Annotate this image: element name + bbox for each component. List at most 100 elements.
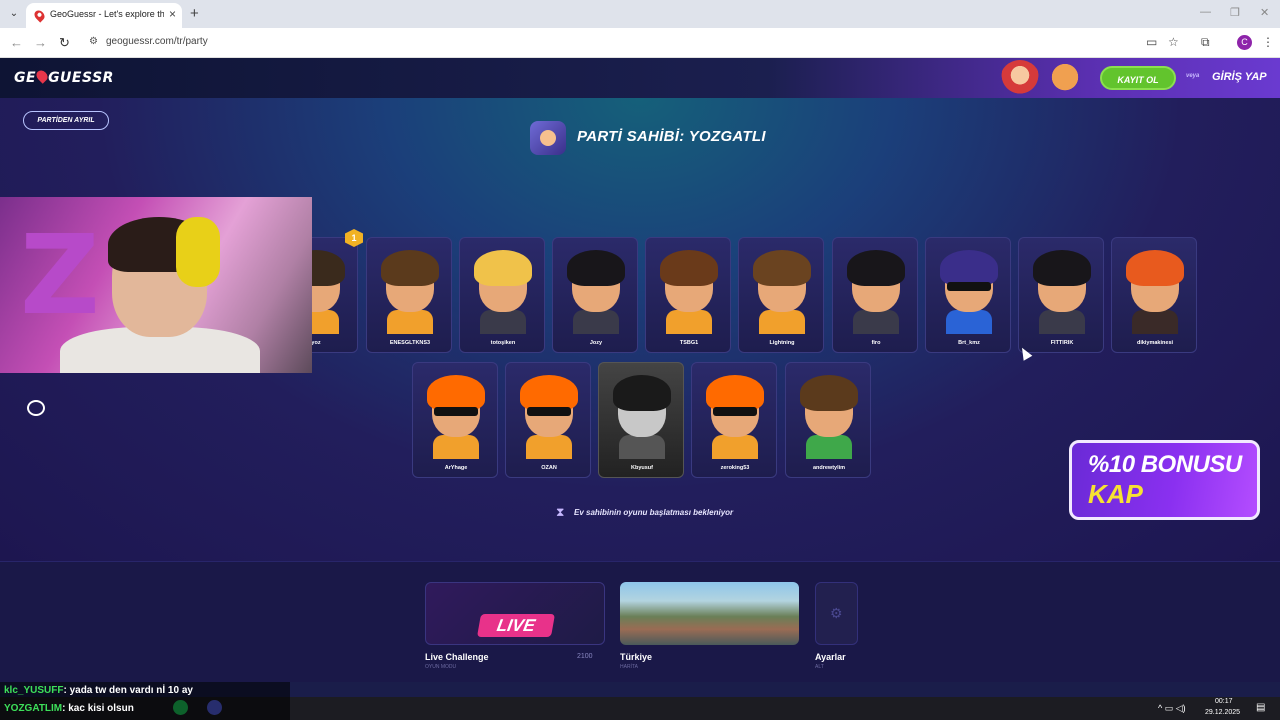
player-card[interactable]: ENESGLTKNS3	[366, 237, 452, 353]
register-button[interactable]: KAYIT OL	[1100, 66, 1176, 90]
avatar-hair	[660, 250, 718, 286]
map-turkey-sub: HARİTA	[620, 664, 638, 670]
tab-close-icon[interactable]: ×	[169, 7, 176, 21]
headset-icon	[176, 217, 220, 287]
cast-icon[interactable]: ▭	[1146, 35, 1157, 49]
live-badge: LIVE	[476, 614, 556, 637]
sunglasses-icon	[434, 407, 478, 416]
notification-icon[interactable]: ▤	[1256, 702, 1265, 713]
chat-message-2: YOZGATLIM: kac kisi olsun	[4, 703, 134, 714]
header-avatar-red-icon	[1000, 60, 1040, 98]
player-name: ENESGLTKNS3	[389, 340, 431, 346]
webcam-background-logo: Z	[20, 211, 100, 339]
stream-chat-overlay: klc_YUSUFF: yada tw den vardı nİ 10 ay Y…	[0, 682, 290, 720]
site-header: GE GUESSR	[0, 58, 1280, 98]
avatar-hair	[800, 375, 858, 411]
player-card[interactable]: ArYhage	[412, 362, 498, 478]
promo-line-2: KAP	[1088, 479, 1143, 509]
avatar-hair	[706, 375, 764, 411]
player-card[interactable]: Jozy	[552, 237, 638, 353]
logo-text-left: GE	[14, 70, 37, 86]
party-host-title: PARTİ SAHİBİ: YOZGATLI	[577, 128, 766, 145]
tray-icons[interactable]: ^ ▭ ◁)	[1158, 703, 1186, 714]
profile-avatar[interactable]: C	[1237, 35, 1252, 50]
avatar-body	[1132, 310, 1178, 334]
player-card[interactable]: TSBG1	[645, 237, 731, 353]
avatar-body	[433, 435, 479, 459]
promo-line-1: %10 BONUSU	[1088, 451, 1242, 478]
chat-text-2: : kac kisi olsun	[62, 703, 134, 714]
avatar-body	[806, 435, 852, 459]
leave-party-button[interactable]: PARTİDEN AYRIL	[23, 111, 109, 130]
minimize-icon[interactable]: —	[1200, 6, 1211, 18]
avatar-body	[1039, 310, 1085, 334]
browser-menu-icon[interactable]: ⋮	[1262, 35, 1274, 49]
mode-live-title: Live Challenge	[425, 652, 489, 662]
player-card[interactable]: Brt_kmz	[925, 237, 1011, 353]
or-label: veya	[1186, 73, 1200, 79]
map-turkey-card[interactable]	[620, 582, 799, 645]
avatar-body	[526, 435, 572, 459]
avatar-hair	[940, 250, 998, 286]
player-name: OZAN	[541, 465, 557, 471]
mode-live-challenge[interactable]: LIVE	[425, 582, 605, 645]
player-card[interactable]: zeroking53	[691, 362, 777, 478]
player-name: Jozy	[589, 340, 603, 346]
tab-title: GeoGuessr - Let's explore the w	[50, 9, 164, 19]
party-chat-icon[interactable]	[27, 400, 45, 416]
clock-time: 00:17	[1215, 698, 1233, 705]
avatar-hair	[381, 250, 439, 286]
player-name: Brt_kmz	[958, 340, 980, 346]
player-name: dikiymakinesi	[1136, 340, 1174, 346]
avatar-hair	[753, 250, 811, 286]
player-name: totoşiken	[490, 340, 516, 346]
avatar-hair	[1126, 250, 1184, 286]
extensions-icon[interactable]: ⧉	[1201, 35, 1210, 50]
logo-text-right: GUESSR	[48, 70, 114, 86]
player-card[interactable]: dikiymakinesi	[1111, 237, 1197, 353]
restore-icon[interactable]: ❐	[1230, 6, 1240, 19]
player-card[interactable]: OZAN	[505, 362, 591, 478]
hourglass-icon: ⧗	[556, 505, 565, 519]
player-card[interactable]: totoşiken	[459, 237, 545, 353]
player-card[interactable]: andrewtylim	[785, 362, 871, 478]
sunglasses-icon	[527, 407, 571, 416]
avatar-hair	[474, 250, 532, 286]
avatar-body	[573, 310, 619, 334]
mode-live-sub: OYUN MODU	[425, 664, 457, 670]
player-name: TSBG1	[679, 340, 699, 346]
geoguessr-logo[interactable]: GE GUESSR	[14, 68, 114, 86]
player-card[interactable]: Lightning	[738, 237, 824, 353]
sunglasses-icon	[713, 407, 757, 416]
avatar-hair	[847, 250, 905, 286]
avatar-body	[480, 310, 526, 334]
player-card[interactable]: Kbyusuf	[598, 362, 684, 478]
reload-icon[interactable]: ↻	[59, 35, 70, 51]
players-count: 2100	[577, 653, 593, 660]
browser-tabbar: ⌄ GeoGuessr - Let's explore the w × + — …	[0, 0, 1280, 28]
geoguessr-favicon-icon	[32, 8, 47, 23]
avatar-hair	[1033, 250, 1091, 286]
chat-message-1: klc_YUSUFF: yada tw den vardı nİ 10 ay	[4, 685, 193, 696]
browser-tab[interactable]: GeoGuessr - Let's explore the w ×	[26, 3, 182, 28]
url-field[interactable]: ⚙ geoguessr.com/tr/party	[80, 31, 1130, 55]
forward-icon[interactable]: →	[34, 35, 47, 50]
bookmark-star-icon[interactable]: ☆	[1168, 35, 1179, 49]
avatar-body	[853, 310, 899, 334]
player-card[interactable]: firo	[832, 237, 918, 353]
player-name: firo	[871, 340, 881, 346]
back-icon[interactable]: ←	[10, 35, 23, 50]
player-name: andrewtylim	[812, 465, 846, 471]
site-info-icon[interactable]: ⚙	[89, 36, 98, 47]
player-name: Kbyusuf	[631, 465, 653, 471]
settings-card[interactable]: ⚙	[815, 582, 858, 645]
login-button[interactable]: GİRİŞ YAP	[1212, 71, 1267, 83]
party-host-icon	[530, 121, 566, 155]
player-card[interactable]: FITTIRIK	[1018, 237, 1104, 353]
tab-search-icon[interactable]: ⌄	[6, 6, 22, 22]
bonus-promo-banner[interactable]: %10 BONUSU KAP	[1069, 440, 1260, 520]
close-window-icon[interactable]: ✕	[1260, 6, 1269, 19]
avatar-hair	[520, 375, 578, 411]
avatar-hair	[613, 375, 671, 411]
new-tab-icon[interactable]: +	[190, 5, 199, 22]
